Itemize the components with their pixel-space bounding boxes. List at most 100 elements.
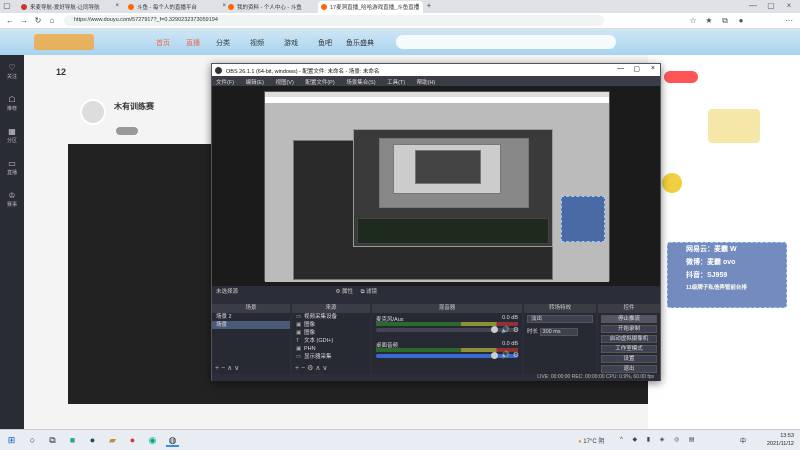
obs-menubar: 文件(F) 编辑(E) 视图(V) 配置文件(P) 场景集合(S) 工具(T) …	[212, 76, 660, 86]
rank-button[interactable]	[664, 71, 698, 83]
more-icon[interactable]: ⋯	[784, 16, 794, 26]
nav-yuba[interactable]: 鱼吧	[318, 38, 332, 48]
task-view-icon[interactable]: ⧉	[46, 434, 59, 447]
scene-item-selected[interactable]: 场景	[212, 321, 290, 329]
browser-tab[interactable]: 我的资料 - 个人中心 - 斗鱼×	[225, 1, 330, 13]
browser-tab-active[interactable]: 17麦洞直播_哈哈游戏直播_斗鱼直播 ×	[318, 1, 423, 13]
browser-tab[interactable]: 来麦导航-爱好导航-让同导航 ×	[18, 1, 123, 13]
streamer-avatar[interactable]	[80, 99, 106, 125]
volume-slider[interactable]	[376, 326, 518, 333]
sidebar-item-recommend[interactable]: ☖ 推荐	[2, 95, 22, 112]
gear-icon[interactable]: ⚙	[513, 326, 519, 334]
duration-input[interactable]: 300 ms	[539, 328, 578, 336]
virtual-camera-button[interactable]: 启动虚拟摄像机	[601, 335, 657, 343]
nav-live[interactable]: 直播	[186, 38, 200, 48]
nav-festival[interactable]: 鱼乐盛典	[346, 38, 374, 48]
user-avatar[interactable]	[662, 173, 682, 193]
clock[interactable]: 13:53 2021/11/12	[752, 432, 794, 448]
browser-tab[interactable]: 斗鱼 - 每个人的直播平台 ×	[125, 1, 230, 13]
edge-icon[interactable]: ◉	[146, 434, 159, 447]
nav-video[interactable]: 视频	[250, 38, 264, 48]
forward-icon[interactable]: →	[18, 15, 30, 26]
ime-indicator[interactable]: 中	[740, 436, 746, 445]
filter-icon[interactable]: ⧉	[361, 289, 365, 295]
down-icon[interactable]: ∨	[322, 365, 327, 372]
social-overlay[interactable]: 网易云：麦霸 W 微博：麦霸 ovo 抖音：SJ959 11级牌子私信弄管前台排	[667, 242, 787, 308]
collections-icon[interactable]: ☆	[688, 16, 698, 26]
home-icon[interactable]: ⌂	[46, 15, 58, 26]
steam-icon[interactable]: ●	[86, 434, 99, 447]
gear-icon[interactable]: ⚙	[513, 351, 519, 359]
source-label: 视频采集设备	[304, 314, 338, 320]
nav-home[interactable]: 首页	[156, 38, 170, 48]
volume-slider[interactable]	[376, 352, 518, 359]
nav-game[interactable]: 游戏	[284, 38, 298, 48]
up-icon[interactable]: ∧	[227, 365, 232, 372]
profile-icon[interactable]: ●	[736, 16, 746, 26]
source-item[interactable]: ▣ 图像	[292, 321, 370, 329]
favorites-icon[interactable]: ★	[704, 16, 714, 26]
windows-start-icon[interactable]: ⊞	[5, 434, 18, 447]
settings-button[interactable]: 设置	[601, 355, 657, 363]
clock-time: 13:53	[780, 433, 794, 439]
sidebar-item-events[interactable]: ♔ 赛事	[2, 191, 22, 208]
netease-icon[interactable]: ●	[126, 434, 139, 447]
studio-mode-button[interactable]: 工作室模式	[601, 345, 657, 353]
stop-streaming-button[interactable]: 停止推流	[601, 315, 657, 323]
source-item[interactable]: T 文本 (GDI+)	[292, 337, 370, 345]
obs-status-bar: LIVE: 00:00:00 REC: 00:00:00 CPU: 0.9%, …	[212, 374, 660, 381]
obs-close-icon[interactable]: ×	[651, 65, 655, 72]
nav-category[interactable]: 分类	[216, 38, 230, 48]
promo-banner[interactable]	[708, 109, 760, 143]
extensions-icon[interactable]: ⧉	[720, 16, 730, 26]
close-window-icon[interactable]: ×	[784, 1, 794, 11]
obs-minimize-icon[interactable]: —	[617, 65, 624, 72]
address-bar[interactable]: https://www.douyu.com/5727917?_f=0.32902…	[64, 15, 604, 26]
remove-icon[interactable]: −	[301, 365, 305, 372]
back-icon[interactable]: ←	[4, 15, 16, 26]
gear-icon[interactable]: ⚙	[336, 289, 341, 295]
up-icon[interactable]: ∧	[315, 365, 320, 372]
source-controls: + − ⚙ ∧ ∨	[295, 364, 328, 372]
down-icon[interactable]: ∨	[234, 365, 239, 372]
source-item[interactable]: ▣ PHN	[292, 345, 370, 353]
gear-icon[interactable]: ⚙	[307, 365, 313, 372]
maximize-icon[interactable]: ▢	[766, 1, 776, 11]
properties-button[interactable]: 属性	[342, 289, 353, 295]
source-label: 图像	[304, 330, 316, 336]
speaker-icon[interactable]: 🔊	[501, 326, 510, 334]
source-item[interactable]: ▭ 显示器采集	[292, 353, 370, 361]
sidebar-item-category[interactable]: ▦ 分区	[2, 127, 22, 144]
site-logo[interactable]	[34, 34, 94, 50]
new-tab-icon[interactable]: +	[424, 1, 434, 11]
obs-taskbar-icon[interactable]: ◍	[166, 434, 179, 447]
filters-button[interactable]: 滤镜	[366, 289, 377, 295]
transition-select[interactable]: 淡出	[527, 315, 593, 323]
remove-icon[interactable]: −	[221, 365, 225, 372]
close-tab-icon[interactable]: ×	[115, 3, 119, 9]
speaker-icon[interactable]: 🔊	[501, 351, 510, 359]
minimize-icon[interactable]: —	[748, 1, 758, 11]
obs-preview[interactable]	[212, 86, 660, 286]
search-icon[interactable]: ○	[26, 434, 39, 447]
browser-menu-icon[interactable]: ▢	[2, 1, 12, 11]
close-tab-icon[interactable]: ×	[415, 3, 419, 9]
start-recording-button[interactable]: 开始录制	[601, 325, 657, 333]
weather-widget[interactable]: ● 17°C 阴	[578, 436, 604, 445]
exit-button[interactable]: 退出	[601, 365, 657, 373]
site-search-input[interactable]	[396, 35, 616, 49]
scene-item[interactable]: 场景 2	[212, 313, 290, 321]
obs-maximize-icon[interactable]: ▢	[633, 65, 640, 73]
overlay-line: 11级牌子私信弄管前台排	[686, 285, 747, 291]
folder-icon[interactable]: ▰	[106, 434, 119, 447]
sidebar-label: 直播	[6, 170, 17, 176]
sidebar-item-live[interactable]: ▭ 直播	[2, 159, 22, 176]
sidebar-item-follow[interactable]: ♡ 关注	[2, 63, 22, 80]
add-icon[interactable]: +	[215, 365, 219, 372]
source-item[interactable]: ▣ 图像	[292, 329, 370, 337]
source-item[interactable]: ▭ 视频采集设备	[292, 313, 370, 321]
app-icon[interactable]: ■	[66, 434, 79, 447]
tray-icons[interactable]: ^ ◆ ▮ ◈ ◎ ▤	[620, 436, 699, 443]
add-icon[interactable]: +	[295, 365, 299, 372]
reload-icon[interactable]: ↻	[32, 15, 44, 26]
